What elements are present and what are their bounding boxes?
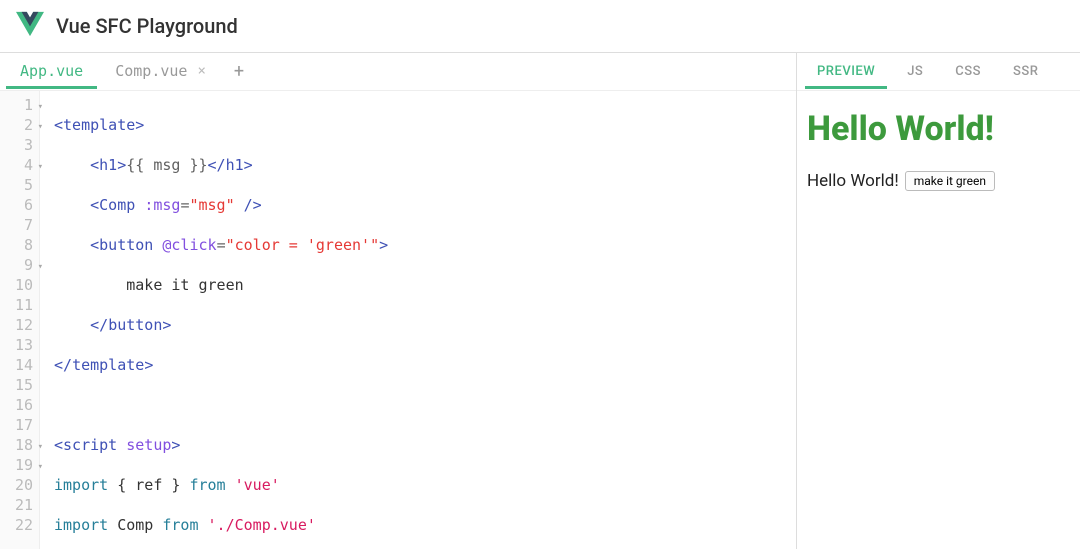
file-tab-app[interactable]: App.vue [6,54,97,89]
preview-tabs: PREVIEW JS CSS SSR [797,53,1080,91]
file-tab-label: Comp.vue [115,62,187,80]
tab-js[interactable]: JS [895,54,935,89]
tab-ssr[interactable]: SSR [1001,54,1050,89]
preview-msg: Hello World! [807,171,899,191]
tab-preview[interactable]: PREVIEW [805,54,887,89]
line-number: 9 [0,255,33,275]
line-number: 20 [0,475,33,495]
file-tab-comp[interactable]: Comp.vue × [101,54,220,89]
line-number: 21 [0,495,33,515]
line-number: 19 [0,455,33,475]
add-tab-button[interactable]: + [224,57,254,86]
code-editor[interactable]: 12345678910111213141516171819202122 <tem… [0,91,796,549]
make-green-button[interactable]: make it green [905,171,995,191]
file-tab-label: App.vue [20,62,83,80]
line-number: 14 [0,355,33,375]
line-number: 1 [0,95,33,115]
editor-pane: App.vue Comp.vue × + 1234567891011121314… [0,53,797,549]
line-gutter: 12345678910111213141516171819202122 [0,91,40,549]
line-number: 10 [0,275,33,295]
preview-heading: Hello World! [807,109,1070,149]
line-number: 18 [0,435,33,455]
line-number: 13 [0,335,33,355]
vue-logo-icon [16,10,44,42]
tab-css[interactable]: CSS [943,54,993,89]
preview-pane: PREVIEW JS CSS SSR Hello World! Hello Wo… [797,53,1080,549]
line-number: 3 [0,135,33,155]
line-number: 8 [0,235,33,255]
line-number: 6 [0,195,33,215]
workspace: App.vue Comp.vue × + 1234567891011121314… [0,53,1080,549]
header: Vue SFC Playground [0,0,1080,53]
line-number: 16 [0,395,33,415]
close-icon[interactable]: × [197,63,205,79]
line-number: 4 [0,155,33,175]
preview-content: Hello World! Hello World! make it green [797,91,1080,209]
line-number: 15 [0,375,33,395]
line-number: 22 [0,515,33,535]
line-number: 5 [0,175,33,195]
file-tabs: App.vue Comp.vue × + [0,53,796,91]
line-number: 12 [0,315,33,335]
line-number: 7 [0,215,33,235]
code-content[interactable]: <template> <h1>{{ msg }}</h1> <Comp :msg… [40,91,796,549]
line-number: 11 [0,295,33,315]
line-number: 17 [0,415,33,435]
line-number: 2 [0,115,33,135]
page-title: Vue SFC Playground [56,14,238,38]
